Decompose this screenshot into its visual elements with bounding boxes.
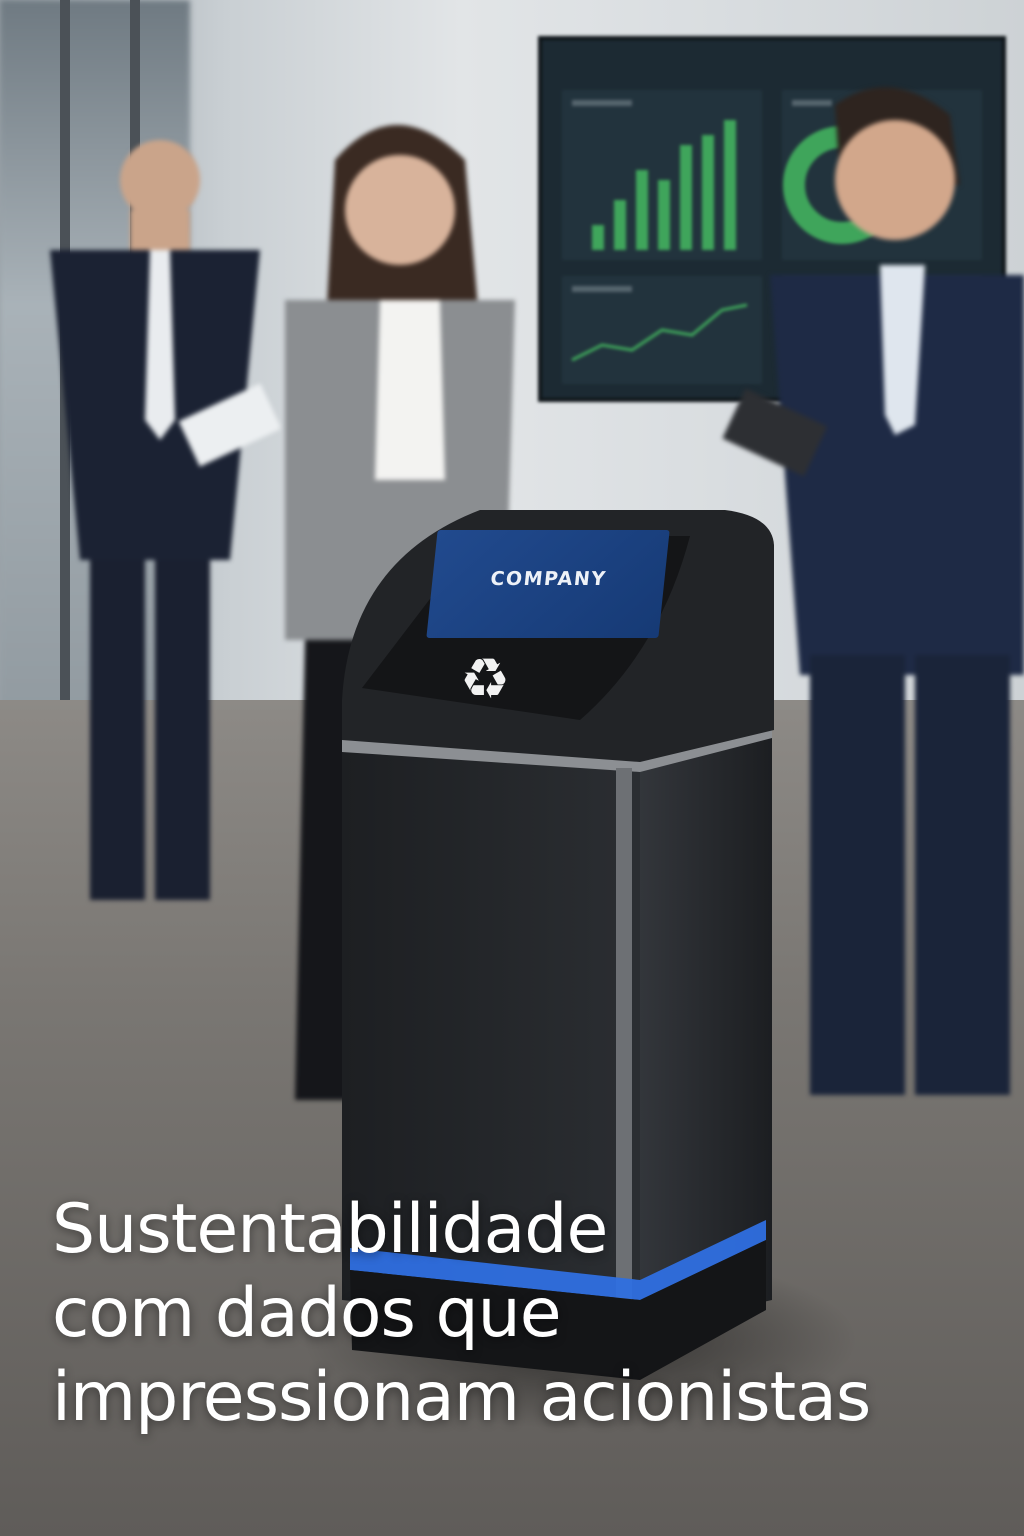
dashboard-bar — [614, 200, 626, 250]
headline-line-1: Sustentabilidade — [52, 1190, 608, 1269]
person-left — [50, 140, 280, 900]
dashboard-bar — [658, 180, 670, 250]
dashboard-bar — [636, 170, 648, 250]
headline-line-3: impressionam acionistas — [52, 1358, 871, 1437]
dashboard-bar — [592, 225, 604, 250]
bin-screen-label: COMPANY — [489, 568, 608, 590]
bin-display-screen: COMPANY — [426, 530, 670, 638]
recycle-icon: ♻ — [459, 647, 511, 712]
photo-scene: COMPANY ♻ Sustentabilidade com dados que… — [0, 0, 1024, 1536]
dashboard-bar — [680, 145, 692, 250]
headline: Sustentabilidade com dados que impressio… — [52, 1188, 992, 1440]
headline-line-2: com dados que — [52, 1274, 562, 1353]
